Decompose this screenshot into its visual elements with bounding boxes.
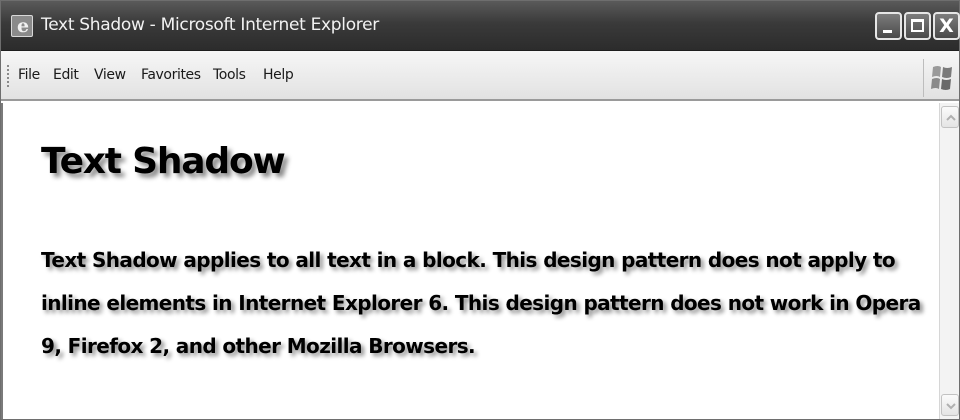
app-icon-glyph: e [16, 15, 30, 37]
page-content: Text Shadow Text Shadow applies to all t… [1, 103, 939, 419]
menu-tools[interactable]: Tools [213, 67, 246, 83]
menu-favorites[interactable]: Favorites [141, 67, 201, 83]
close-icon: X [939, 15, 954, 37]
browser-window: e Text Shadow - Microsoft Internet Explo… [0, 0, 960, 420]
menu-bar: File Edit View Favorites Tools Help [1, 51, 959, 101]
page-paragraph: Text Shadow applies to all text in a blo… [41, 248, 921, 358]
scroll-up-button[interactable] [941, 106, 959, 128]
vertical-scrollbar[interactable] [939, 103, 959, 419]
scroll-up-arrow-icon [946, 114, 956, 121]
menu-view[interactable]: View [94, 67, 126, 83]
menu-edit[interactable]: Edit [53, 67, 79, 83]
maximize-icon [911, 19, 924, 32]
close-button[interactable]: X [933, 12, 960, 40]
toolbar-grip[interactable] [7, 65, 10, 87]
title-bar[interactable]: e Text Shadow - Microsoft Internet Explo… [1, 1, 960, 51]
menu-file[interactable]: File [18, 67, 40, 83]
minimize-icon [883, 30, 892, 33]
internet-explorer-icon[interactable]: e [11, 15, 33, 37]
minimize-button[interactable] [875, 12, 902, 40]
scroll-down-arrow-icon [946, 403, 956, 410]
scroll-down-button[interactable] [941, 394, 959, 416]
window-title: Text Shadow - Microsoft Internet Explore… [41, 15, 379, 35]
menu-help[interactable]: Help [263, 67, 294, 83]
page-heading: Text Shadow [41, 141, 286, 182]
maximize-button[interactable] [904, 12, 931, 40]
windows-flag-icon [923, 59, 959, 97]
